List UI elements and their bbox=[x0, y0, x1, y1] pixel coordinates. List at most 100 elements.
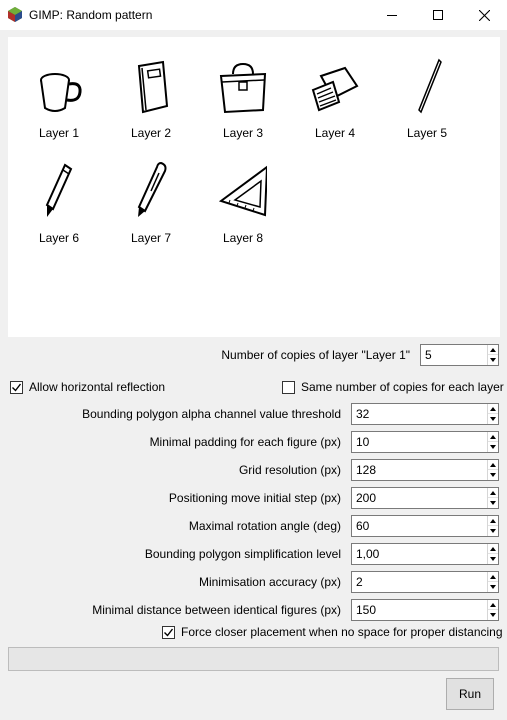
spin-up-button[interactable] bbox=[488, 432, 498, 442]
copies-input[interactable] bbox=[421, 345, 488, 365]
spin-up-button[interactable] bbox=[488, 345, 498, 355]
spin-arrows bbox=[487, 544, 498, 564]
param-spinbox[interactable] bbox=[351, 487, 499, 509]
arrow-down-icon bbox=[490, 473, 496, 477]
dialog-window: GIMP: Random pattern Layer 1 Layer 2 Lay… bbox=[0, 0, 507, 720]
arrow-down-icon bbox=[490, 529, 496, 533]
spin-arrows bbox=[487, 404, 498, 424]
param-label: Maximal rotation angle (deg) bbox=[188, 519, 341, 533]
spin-up-button[interactable] bbox=[488, 404, 498, 414]
param-label: Minimisation accuracy (px) bbox=[198, 575, 341, 589]
param-spinbox[interactable] bbox=[351, 403, 499, 425]
param-label: Bounding polygon alpha channel value thr… bbox=[82, 407, 341, 421]
spin-up-button[interactable] bbox=[488, 572, 498, 582]
spin-down-button[interactable] bbox=[488, 470, 498, 480]
layer-item[interactable]: Layer 3 bbox=[203, 44, 283, 140]
layer-item[interactable]: Layer 6 bbox=[19, 149, 99, 245]
same-copies-checkbox[interactable]: Same number of copies for each layer bbox=[282, 379, 504, 395]
layer-label: Layer 5 bbox=[406, 126, 448, 140]
spin-up-button[interactable] bbox=[488, 600, 498, 610]
param-spinbox[interactable] bbox=[351, 543, 499, 565]
needle-icon bbox=[418, 58, 442, 114]
spin-up-button[interactable] bbox=[488, 516, 498, 526]
spin-arrows bbox=[487, 345, 498, 365]
param-input[interactable] bbox=[352, 432, 488, 452]
notebook-icon bbox=[137, 60, 169, 114]
spin-arrows bbox=[487, 572, 498, 592]
param-spinbox[interactable] bbox=[351, 431, 499, 453]
allow-reflection-checkbox[interactable]: Allow horizontal reflection bbox=[10, 379, 165, 395]
run-button[interactable]: Run bbox=[446, 678, 494, 710]
layer-item[interactable]: Layer 1 bbox=[19, 44, 99, 140]
close-button[interactable] bbox=[461, 0, 507, 30]
arrow-down-icon bbox=[490, 557, 496, 561]
layer-item[interactable]: Layer 4 bbox=[295, 44, 375, 140]
layer-label: Layer 7 bbox=[130, 231, 172, 245]
spin-up-button[interactable] bbox=[488, 460, 498, 470]
param-input[interactable] bbox=[352, 572, 488, 592]
force-closer-label: Force closer placement when no space for… bbox=[181, 625, 503, 639]
arrow-down-icon bbox=[490, 358, 496, 362]
spin-arrows bbox=[487, 516, 498, 536]
param-input[interactable] bbox=[352, 516, 488, 536]
same-copies-label: Same number of copies for each layer bbox=[301, 380, 504, 394]
spin-down-button[interactable] bbox=[488, 554, 498, 564]
allow-reflection-label: Allow horizontal reflection bbox=[29, 380, 166, 394]
minimize-button[interactable] bbox=[369, 0, 415, 30]
spin-arrows bbox=[487, 488, 498, 508]
spin-down-button[interactable] bbox=[488, 498, 498, 508]
param-input[interactable] bbox=[352, 404, 488, 424]
copies-label: Number of copies of layer "Layer 1" bbox=[221, 348, 410, 362]
spin-up-button[interactable] bbox=[488, 544, 498, 554]
layer-item[interactable]: Layer 5 bbox=[387, 44, 467, 140]
checkbox-box[interactable] bbox=[282, 380, 295, 394]
param-spinbox[interactable] bbox=[351, 515, 499, 537]
layer-item[interactable]: Layer 7 bbox=[111, 149, 191, 245]
arrow-up-icon bbox=[490, 347, 496, 352]
set-square-icon bbox=[219, 165, 267, 217]
param-input[interactable] bbox=[352, 600, 488, 620]
layer-item[interactable]: Layer 8 bbox=[203, 149, 283, 245]
close-icon bbox=[478, 9, 490, 21]
force-closer-checkbox[interactable]: Force closer placement when no space for… bbox=[162, 624, 503, 640]
layer-icon-view[interactable]: Layer 1 Layer 2 Layer 3 Layer 4 Layer 5 … bbox=[8, 37, 500, 337]
param-label: Minimal distance between identical figur… bbox=[92, 603, 341, 617]
calculator-icon bbox=[311, 66, 359, 112]
spin-down-button[interactable] bbox=[488, 442, 498, 452]
param-spinbox[interactable] bbox=[351, 599, 499, 621]
spin-arrows bbox=[487, 600, 498, 620]
title-bar[interactable]: GIMP: Random pattern bbox=[0, 0, 507, 30]
spin-arrows bbox=[487, 432, 498, 452]
param-spinbox[interactable] bbox=[351, 459, 499, 481]
spin-down-button[interactable] bbox=[488, 355, 498, 365]
param-input[interactable] bbox=[352, 488, 488, 508]
checkbox-box[interactable] bbox=[162, 625, 175, 639]
spin-down-button[interactable] bbox=[488, 582, 498, 592]
spin-up-button[interactable] bbox=[488, 488, 498, 498]
layer-item[interactable]: Layer 2 bbox=[111, 44, 191, 140]
pencil-icon bbox=[45, 163, 73, 217]
spin-down-button[interactable] bbox=[488, 414, 498, 424]
maximize-button[interactable] bbox=[415, 0, 461, 30]
spin-down-button[interactable] bbox=[488, 610, 498, 620]
layer-label: Layer 8 bbox=[222, 231, 264, 245]
param-label: Grid resolution (px) bbox=[238, 463, 341, 477]
arrow-up-icon bbox=[490, 406, 496, 411]
param-input[interactable] bbox=[352, 460, 488, 480]
arrow-down-icon bbox=[490, 417, 496, 421]
arrow-up-icon bbox=[490, 518, 496, 523]
layer-label: Layer 4 bbox=[314, 126, 356, 140]
copies-spinbox[interactable] bbox=[420, 344, 499, 366]
arrow-up-icon bbox=[490, 546, 496, 551]
arrow-down-icon bbox=[490, 585, 496, 589]
arrow-up-icon bbox=[490, 602, 496, 607]
param-input[interactable] bbox=[352, 544, 488, 564]
minimize-icon bbox=[387, 15, 397, 16]
checkbox-box[interactable] bbox=[10, 380, 23, 394]
param-spinbox[interactable] bbox=[351, 571, 499, 593]
param-label: Minimal padding for each figure (px) bbox=[149, 435, 341, 449]
arrow-down-icon bbox=[490, 445, 496, 449]
arrow-down-icon bbox=[490, 501, 496, 505]
spin-down-button[interactable] bbox=[488, 526, 498, 536]
layer-label: Layer 3 bbox=[222, 126, 264, 140]
